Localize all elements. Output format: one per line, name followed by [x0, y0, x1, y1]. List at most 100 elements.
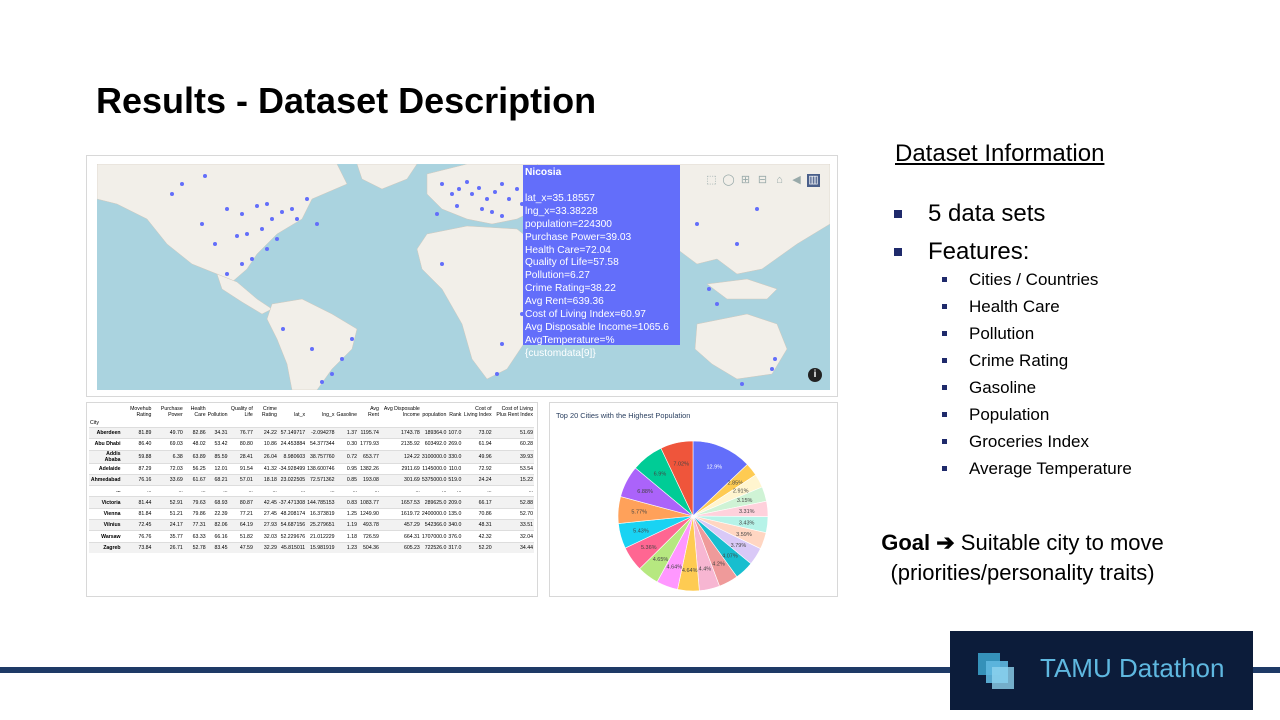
tag-icon[interactable]: ◀ — [790, 174, 803, 187]
pie-chart: 12.9%2.85%2.91%3.15%3.31%3.43%3.59%3.79%… — [617, 440, 769, 592]
feature-item: Cities / Countries — [942, 266, 1132, 293]
table-header-row: Movehub Rating Purchase Power Health Care P… — [89, 405, 534, 419]
bullet-square-icon — [894, 210, 902, 218]
table-cell: 110.0 — [447, 462, 463, 475]
table-cell: 79.63 — [183, 496, 207, 509]
table-column-header: Health Care — [190, 406, 206, 418]
table-cell: 519.0 — [447, 473, 463, 486]
table-cell: 86.40 — [121, 438, 153, 451]
table-cell: 722526.0 — [420, 541, 448, 553]
table-cell: 32.29 — [253, 541, 278, 553]
plotly-logo-icon[interactable]: ▥ — [807, 174, 820, 187]
feature-item: Groceries Index — [942, 428, 1132, 455]
table-cell: 542366.0 — [420, 519, 448, 531]
lasso-icon[interactable]: ◯ — [722, 174, 735, 187]
table-cell: ... — [420, 485, 448, 497]
table-cell: 82.86 — [183, 426, 207, 439]
table-cell: 48.208174 — [277, 507, 307, 520]
table-cell: 144.785153 — [306, 496, 336, 509]
pie-slice-label: 3.15% — [737, 498, 753, 504]
table-index-spacer — [254, 419, 278, 428]
bullet-square-icon — [942, 385, 947, 390]
table-cell: 48.31 — [462, 519, 493, 531]
table-cell: 66.16 — [206, 530, 229, 543]
table-row: Victoria 81.44 52.91 79.63 68.93 80.87 42.45 -3… — [89, 496, 534, 509]
table-column-header: Pollution — [207, 412, 228, 418]
feature-text: Pollution — [969, 323, 1035, 343]
bullet-square-icon — [942, 331, 947, 336]
tooltip-line: Avg Disposable Income=1065.6 — [525, 321, 669, 333]
table-city-cell: Warsaw — [89, 530, 122, 543]
table-cell: 1145000.0 — [420, 462, 448, 475]
table-cell: 52.229676 — [277, 530, 307, 543]
tooltip-line: population=224300 — [525, 218, 612, 230]
table-index-name: City — [90, 420, 99, 426]
table-cell: 80.80 — [228, 438, 254, 451]
table-cell: 60.28 — [492, 438, 534, 451]
data-table-panel: Movehub Rating Purchase Power Health Care P… — [86, 402, 538, 597]
table-cell: 0.95 — [335, 462, 359, 475]
tooltip-line: Avg Rent=639.36 — [525, 296, 604, 308]
table-cell: 49.96 — [462, 449, 493, 464]
table-cell: 1657.53 — [379, 496, 421, 509]
zoom-in-icon[interactable]: ⊞ — [739, 174, 752, 187]
logo-mark-icon — [978, 653, 1014, 689]
table-cell: ... — [462, 485, 493, 497]
table-cell: -34.928499 — [277, 462, 307, 475]
table-cell: 80.87 — [228, 496, 254, 509]
pie-slice-label: 5.36% — [641, 545, 657, 551]
table-cell: 1707000.0 — [420, 530, 448, 543]
table-cell: 330.0 — [447, 449, 463, 464]
table-cell: 603492.0 — [420, 438, 448, 451]
table-cell: 53.42 — [206, 438, 229, 451]
table-cell: ... — [379, 485, 421, 497]
table-row: Ahmedabad 76.16 33.69 61.67 68.21 57.01 18.18 2… — [89, 473, 534, 486]
table-cell: 189364.0 — [420, 426, 448, 439]
table-index-spacer — [184, 419, 207, 428]
pie-slice-label: 4.64% — [682, 568, 698, 574]
feature-item: Population — [942, 401, 1132, 428]
table-cell: -37.471308 — [277, 496, 307, 509]
table-cell: 54.377344 — [306, 438, 336, 451]
bullet-text: 5 data sets — [928, 200, 1046, 227]
bullet-square-icon — [942, 277, 947, 282]
table-cell: 77.21 — [228, 507, 254, 520]
slide-title: Results - Dataset Description — [96, 80, 597, 121]
table-cell: 0.85 — [335, 473, 359, 486]
feature-text: Cities / Countries — [969, 269, 1099, 289]
table-column-header: Movehub Rating — [130, 406, 152, 418]
table-cell: 301.69 — [379, 473, 421, 486]
table-row: Aberdeen 81.89 49.70 82.86 34.31 76.77 24.22 57… — [89, 426, 534, 439]
table-cell: ... — [183, 485, 207, 497]
table-cell: 85.59 — [206, 449, 229, 464]
table-cell: 24.22 — [253, 426, 278, 439]
zoom-out-icon[interactable]: ⊟ — [756, 174, 769, 187]
table-cell: 83.45 — [206, 541, 229, 553]
table-cell: 0.30 — [335, 438, 359, 451]
pie-slice-label: 12.9% — [707, 464, 723, 470]
world-map[interactable]: ⬚ ◯ ⊞ ⊟ ⌂ ◀ ▥ i — [97, 164, 830, 390]
table-cell: 726.59 — [358, 530, 380, 543]
table-column-header: Purchase Power — [160, 406, 183, 418]
table-column-header: Gasoline — [336, 412, 358, 418]
table-cell: 1249.90 — [358, 507, 380, 520]
table-cell: 27.45 — [253, 507, 278, 520]
table-cell: 38.757760 — [306, 449, 336, 464]
home-icon[interactable]: ⌂ — [773, 174, 786, 187]
info-icon[interactable]: i — [808, 368, 822, 382]
tooltip-line: Purchase Power=39.03 — [525, 231, 632, 243]
feature-text: Crime Rating — [969, 350, 1069, 370]
table-cell: 8.980603 — [277, 449, 307, 464]
tamu-datathon-logo: TAMU Datathon — [950, 631, 1253, 710]
pie-slice-label: 5.43% — [633, 528, 649, 534]
table-cell: 76.77 — [228, 426, 254, 439]
box-select-icon[interactable]: ⬚ — [705, 174, 718, 187]
table-cell: ... — [228, 485, 254, 497]
table-row: Zagreb 73.84 26.71 52.78 83.45 47.59 32.29 45.8… — [89, 541, 534, 553]
table-row: Abu Dhabi 86.40 69.03 48.02 53.42 80.80 10.86 2… — [89, 438, 534, 451]
table-cell: 5375000.0 — [420, 473, 448, 486]
table-cell: ... — [492, 485, 534, 497]
map-land — [97, 164, 830, 390]
table-cell: 68.93 — [206, 496, 229, 509]
map-modebar: ⬚ ◯ ⊞ ⊟ ⌂ ◀ ▥ — [705, 174, 820, 187]
